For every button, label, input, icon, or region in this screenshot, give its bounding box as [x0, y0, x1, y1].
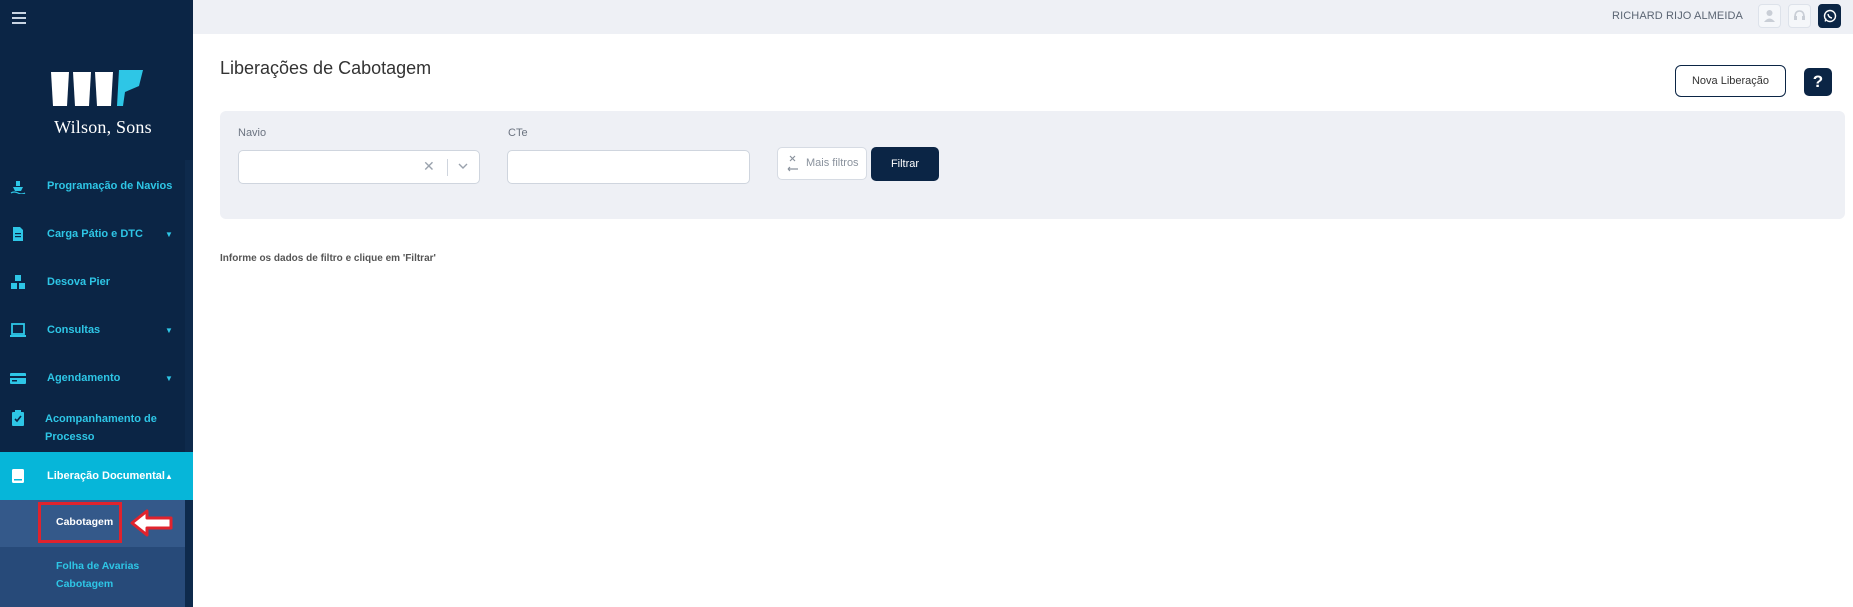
info-message: Informe os dados de filtro e clique em '… [220, 253, 436, 264]
containers-icon [11, 275, 25, 289]
ship-icon [10, 181, 26, 194]
help-button[interactable]: ? [1804, 68, 1832, 96]
card-icon [10, 373, 26, 384]
sidebar-item-desova-pier[interactable]: Desova Pier [0, 258, 185, 306]
sidebar-item-label: Liberação Documental [47, 470, 165, 482]
sidebar-item-liberacao-documental[interactable]: Liberação Documental ▲ [0, 452, 193, 500]
user-icon [1764, 10, 1775, 22]
book-icon [12, 469, 24, 483]
sidebar-item-consultas[interactable]: Consultas ▼ [0, 306, 185, 354]
clear-icon[interactable]: ✕ [423, 158, 435, 175]
sidebar-item-label: Consultas [47, 324, 101, 336]
sidebar-item-label-line2: Processo [45, 431, 95, 443]
new-liberacao-button[interactable]: Nova Liberação [1675, 65, 1786, 97]
annotation-arrow-icon [130, 509, 173, 537]
sidebar-item-label: Acompanhamento de [45, 413, 157, 425]
caret-up-icon: ▲ [165, 471, 173, 481]
support-button[interactable] [1788, 4, 1811, 28]
more-filters-label: Mais filtros [806, 157, 859, 169]
whatsapp-icon [1823, 9, 1837, 23]
submenu-item-label: Folha de Avarias [56, 560, 140, 572]
caret-down-icon: ▼ [165, 325, 173, 335]
more-filters-button[interactable]: Mais filtros [777, 147, 867, 180]
profile-button[interactable] [1758, 4, 1781, 28]
submenu-item-folha-avarias-cabotagem[interactable]: Folha de Avarias Cabotagem [0, 558, 185, 602]
sidebar-item-carga-patio-dtc[interactable]: Carga Pátio e DTC ▼ [0, 210, 185, 258]
caret-down-icon: ▼ [165, 229, 173, 239]
monitor-icon [10, 323, 26, 337]
caret-down-icon: ▼ [165, 373, 173, 383]
sidebar-item-label: Programação de Navios [47, 180, 173, 192]
submenu-item-label-line2: Cabotagem [56, 578, 114, 590]
sidebar-item-agendamento[interactable]: Agendamento ▼ [0, 354, 185, 402]
sidebar-scrollbar[interactable] [185, 160, 193, 607]
sidebar-item-label: Agendamento [47, 372, 121, 384]
user-name: RICHARD RIJO ALMEIDA [1612, 10, 1743, 22]
sidebar-item-label: Desova Pier [47, 276, 110, 288]
sidebar-item-acompanhamento-processo[interactable]: Acompanhamento de Processo [0, 404, 185, 450]
filter-toggle-icon [787, 155, 798, 172]
menu-icon[interactable] [12, 12, 26, 27]
page-title: Liberações de Cabotagem [220, 58, 432, 78]
wilson-sons-logo: Wilson, Sons [40, 62, 160, 142]
filter-button[interactable]: Filtrar [871, 147, 939, 181]
select-separator [447, 159, 448, 176]
cte-input[interactable] [507, 150, 750, 184]
navio-select[interactable]: ✕ [238, 150, 480, 184]
document-icon [13, 227, 23, 241]
top-bar: RICHARD RIJO ALMEIDA [193, 0, 1853, 34]
headset-icon [1794, 10, 1805, 20]
clipboard-check-icon [12, 410, 24, 426]
chevron-down-icon[interactable] [457, 160, 469, 172]
whatsapp-button[interactable] [1818, 4, 1841, 28]
navio-label: Navio [238, 127, 267, 139]
sidebar-item-programacao-navios[interactable]: Programação de Navios [0, 162, 185, 210]
highlight-box [38, 502, 122, 543]
brand-name: Wilson, Sons [54, 117, 152, 137]
sidebar-item-label: Carga Pátio e DTC [47, 228, 143, 240]
cte-label: CTe [508, 127, 528, 139]
